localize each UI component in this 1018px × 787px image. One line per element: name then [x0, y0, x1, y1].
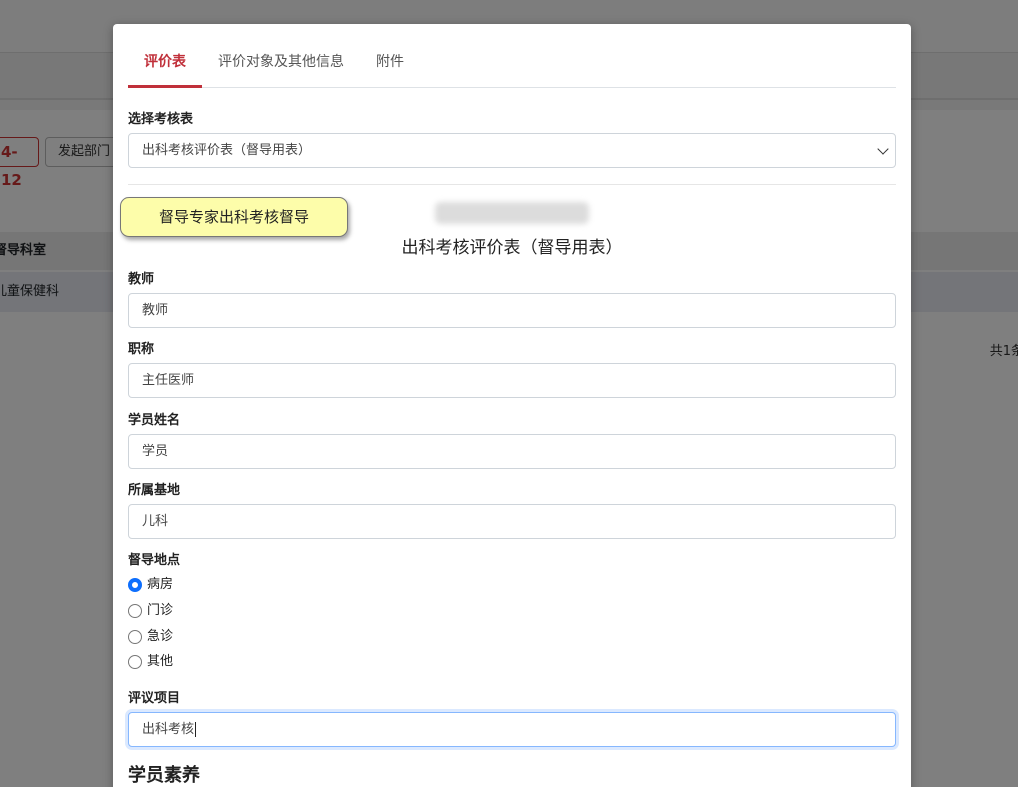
select-label: 选择考核表: [128, 112, 194, 127]
chevron-down-icon: [877, 143, 889, 155]
form-select[interactable]: 出科考核评价表（督导用表）: [128, 133, 896, 168]
radio-unchecked-icon[interactable]: [128, 655, 142, 669]
base-field[interactable]: 儿科: [128, 504, 896, 539]
divider: [128, 184, 896, 185]
radio-label: 其他: [147, 654, 174, 669]
student-field[interactable]: 学员: [128, 434, 896, 469]
tab-bar: 评价表 评价对象及其他信息 附件: [128, 50, 896, 88]
text-cursor: [195, 722, 197, 737]
section-title: 学员素养: [128, 765, 200, 786]
tooltip-callout: 督导专家出科考核督导: [120, 197, 348, 237]
radio-label: 门诊: [147, 603, 174, 618]
location-label: 督导地点: [128, 553, 181, 568]
form-select-value: 出科考核评价表（督导用表）: [142, 143, 312, 158]
project-field-value: 出科考核: [142, 722, 195, 737]
radio-checked-icon[interactable]: [128, 578, 142, 592]
radio-unchecked-icon[interactable]: [128, 604, 142, 618]
teacher-label: 教师: [128, 272, 155, 287]
project-label: 评议项目: [128, 691, 181, 706]
radio-label: 病房: [147, 577, 174, 592]
radio-unchecked-icon[interactable]: [128, 630, 142, 644]
evaluation-modal: 评价表 评价对象及其他信息 附件 选择考核表 出科考核评价表（督导用表） 出科考…: [113, 24, 911, 787]
tab-evaluation-form[interactable]: 评价表: [128, 50, 202, 88]
teacher-field[interactable]: 教师: [128, 293, 896, 328]
tab-attachments[interactable]: 附件: [376, 50, 404, 88]
base-label: 所属基地: [128, 483, 181, 498]
radio-label: 急诊: [147, 629, 174, 644]
project-field[interactable]: 出科考核: [128, 712, 896, 747]
blurred-text: [435, 202, 589, 224]
title-field[interactable]: 主任医师: [128, 363, 896, 398]
student-label: 学员姓名: [128, 413, 181, 428]
tab-evaluation-target[interactable]: 评价对象及其他信息: [218, 50, 344, 88]
title-label: 职称: [128, 342, 155, 357]
